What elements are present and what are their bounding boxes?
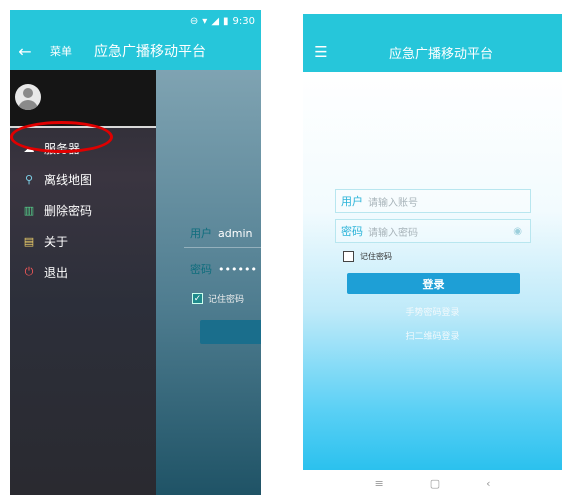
app-title: 应急广播移动平台 [389,46,494,62]
battery-icon: ▮ [223,15,229,27]
drawer-item-label: 离线地图 [44,172,93,187]
drawer-item-label: 关于 [44,234,69,249]
right-phone-screen: ☰ 应急广播移动平台 用户 请输入账号 密码 请输入密码 ◉ 记住密码 登录 手… [303,14,562,497]
drawer-item-exit[interactable]: ⏻ 退出 [10,259,156,285]
background-user-label: 用户 [190,227,212,240]
status-bar: ⊖ ▾ ◢ ▮ 9:30 [10,10,261,32]
clipboard-icon: ▤ [23,234,35,248]
arrow-left-icon[interactable]: ← [10,42,40,61]
remember-label: 记住密码 [360,252,392,261]
app-bar: ☰ 应急广播移动平台 [303,32,562,72]
drawer-item-label: 删除密码 [44,203,93,218]
menu-label: 菜单 [50,45,72,58]
check-icon: ✓ [192,293,203,304]
background-pwd-field: 密码 •••••• [190,261,257,277]
background-login-form: 用户 admin 密码 •••••• ✓ 记住密码 [156,70,261,495]
drawer-item-delete-password[interactable]: ▥ 删除密码 [10,197,156,223]
gesture-login-link[interactable]: 手势密码登录 [303,305,562,318]
qr-login-link[interactable]: 扫二维码登录 [303,329,562,342]
server-highlight-circle [10,121,113,153]
drawer-item-about[interactable]: ▤ 关于 [10,228,156,254]
login-button[interactable]: 登录 [347,273,520,294]
status-bar [303,14,562,32]
divider [184,247,261,248]
username-field[interactable]: 用户 请输入账号 [335,189,531,213]
status-time: 9:30 [232,15,255,27]
background-remember-checkbox: ✓ 记住密码 [192,292,244,305]
drawer-item-label: 退出 [44,265,69,280]
wifi-icon: ▾ [202,15,208,27]
square-icon[interactable]: ▢ [430,477,440,490]
login-screen: 用户 请输入账号 密码 请输入密码 ◉ 记住密码 登录 手势密码登录 扫二维码登… [303,72,562,470]
background-remember-label: 记住密码 [208,295,245,305]
remember-password-checkbox[interactable]: 记住密码 [343,251,392,262]
chevron-left-icon[interactable]: ‹ [486,477,490,490]
power-icon: ⏻ [24,265,34,278]
trash-icon: ▥ [23,203,35,217]
menu-lines-icon[interactable]: ≡ [374,477,383,490]
hamburger-icon[interactable]: ☰ [303,43,339,61]
drawer-item-offline-map[interactable]: ⚲ 离线地图 [10,166,156,192]
background-pwd-label: 密码 [190,263,212,276]
background-user-value: admin [218,227,253,240]
system-nav-bar: ≡ ▢ ‹ [303,470,562,497]
eye-icon[interactable]: ◉ [513,226,522,237]
left-phone-screen: ⊖ ▾ ◢ ▮ 9:30 ← 菜单 应急广播移动平台 用户 admin 密码 •••… [10,10,261,495]
map-pin-icon: ⚲ [24,172,34,186]
signal-icon: ◢ [211,15,220,27]
username-placeholder: 请输入账号 [368,197,418,209]
app-title: 应急广播移动平台 [94,44,206,60]
checkbox-icon[interactable] [343,251,354,262]
background-pwd-value: •••••• [218,263,257,276]
password-placeholder: 请输入密码 [368,227,418,239]
username-label: 用户 [341,195,363,208]
password-label: 密码 [341,225,363,238]
background-user-field: 用户 admin [190,225,252,241]
background-login-button [200,320,261,344]
user-avatar-icon[interactable] [15,84,41,110]
minus-circle-icon: ⊖ [189,15,199,27]
drawer-header [10,70,156,128]
password-field[interactable]: 密码 请输入密码 ◉ [335,219,531,243]
app-bar: ← 菜单 应急广播移动平台 [10,32,261,70]
